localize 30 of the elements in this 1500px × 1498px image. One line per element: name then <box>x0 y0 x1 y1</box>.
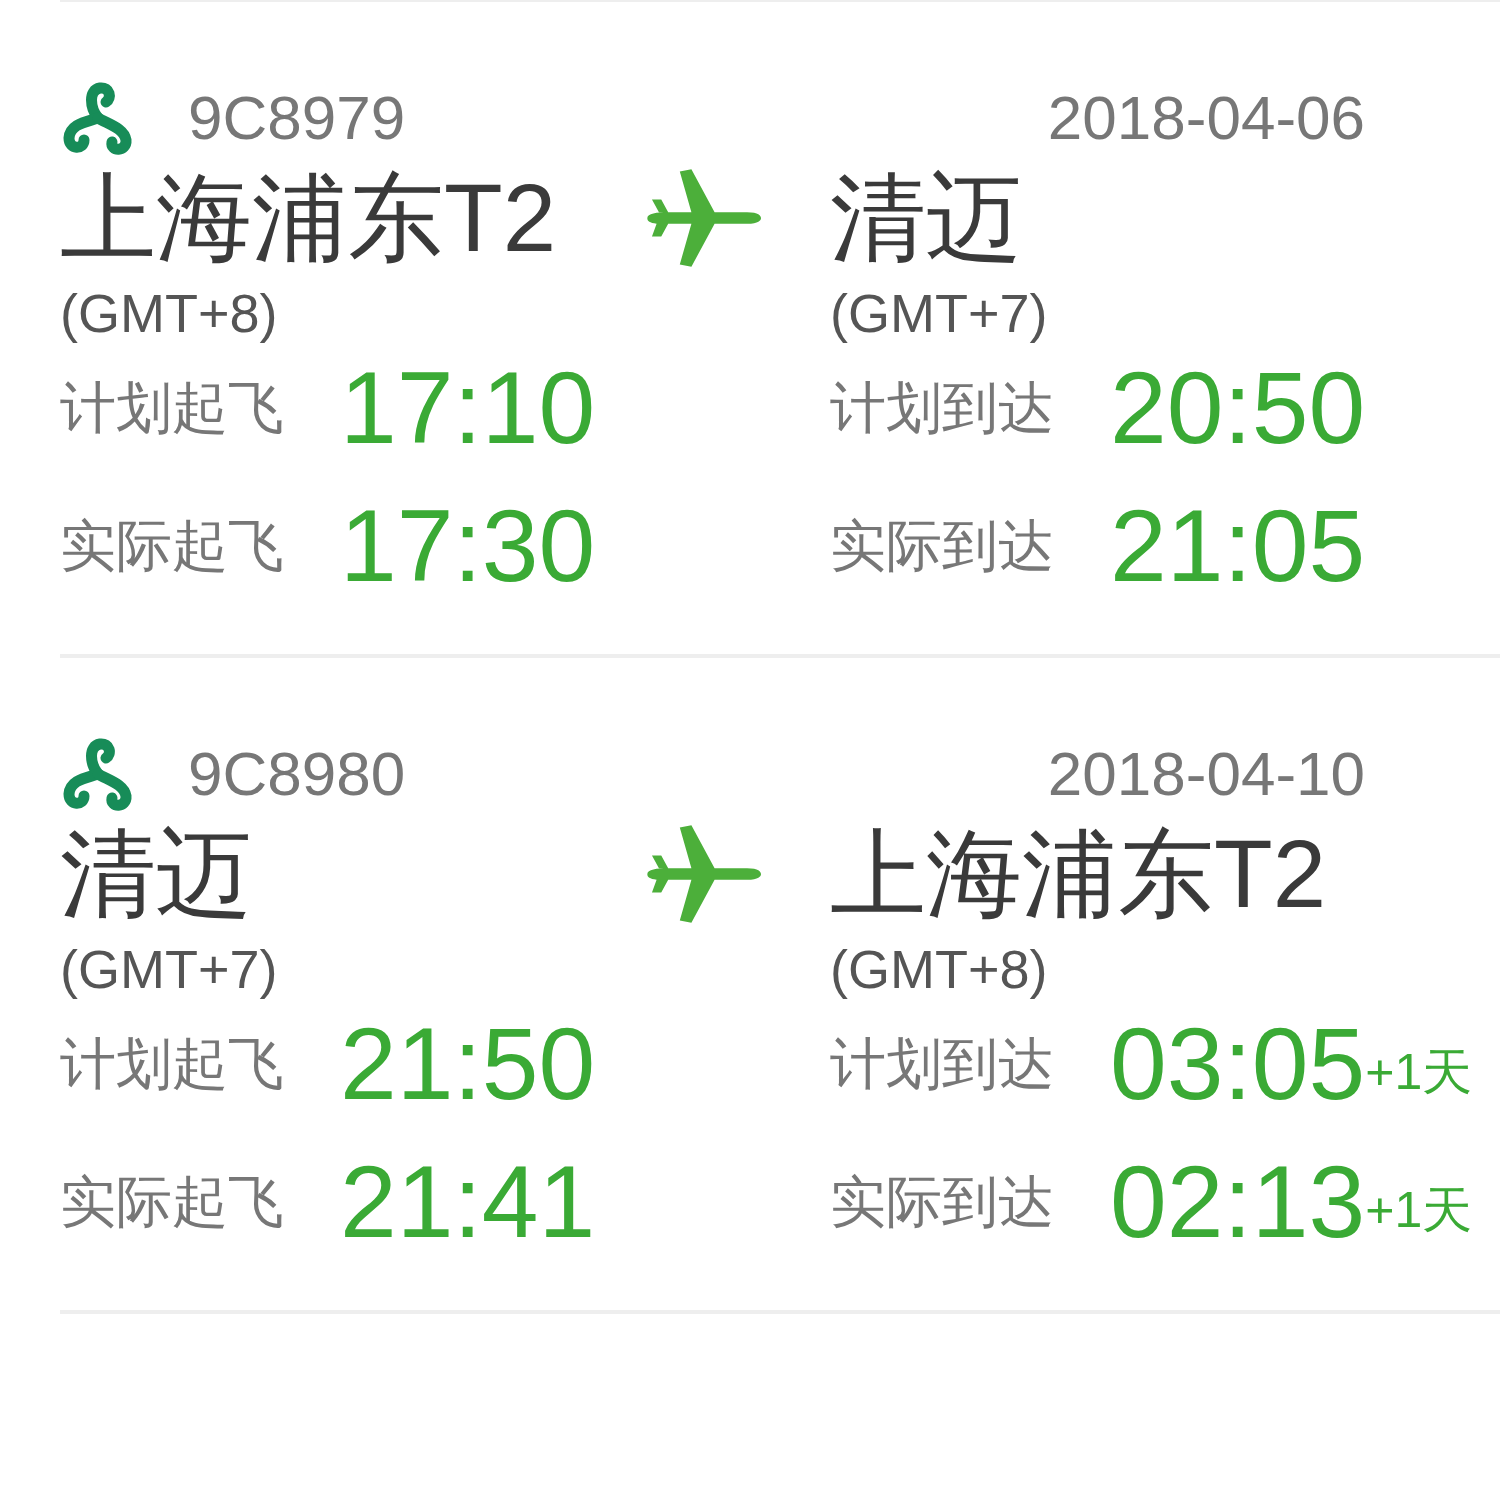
time-label: 实际到达 <box>830 1174 1055 1230</box>
time-value: 17:30 <box>340 495 596 597</box>
city-name: 上海浦东T2 <box>60 163 558 273</box>
time-value: 02:13 <box>1110 1151 1366 1253</box>
time-value: 17:10 <box>340 357 596 459</box>
flight-date: 2018-04-10 <box>1046 743 1365 805</box>
time-value: 21:05 <box>1110 495 1366 597</box>
timezone: (GMT+7) <box>830 282 1048 345</box>
time-label: 计划起飞 <box>60 380 285 436</box>
flight-number: 9C8980 <box>188 743 406 805</box>
flight-number: 9C8979 <box>188 87 406 149</box>
next-day-note: +1天 <box>1365 1185 1473 1235</box>
timezone: (GMT+8) <box>830 938 1048 1001</box>
time-label: 实际到达 <box>830 518 1055 574</box>
time-label: 实际起飞 <box>60 1174 285 1230</box>
timezone: (GMT+8) <box>60 282 278 345</box>
time-value: 03:05 <box>1110 1013 1366 1115</box>
time-value: 21:41 <box>340 1151 596 1253</box>
time-label: 实际起飞 <box>60 518 285 574</box>
time-label: 计划到达 <box>830 380 1055 436</box>
time-value: 20:50 <box>1110 357 1366 459</box>
city-name: 清迈 <box>60 819 253 929</box>
city-name: 上海浦东T2 <box>830 819 1328 929</box>
timezone: (GMT+7) <box>60 938 278 1001</box>
flight-date: 2018-04-06 <box>1046 87 1365 149</box>
next-day-note: +1天 <box>1365 1047 1473 1097</box>
time-label: 计划到达 <box>830 1036 1055 1092</box>
time-value: 21:50 <box>340 1013 596 1115</box>
time-label: 计划起飞 <box>60 1036 285 1092</box>
city-name: 清迈 <box>830 163 1023 273</box>
